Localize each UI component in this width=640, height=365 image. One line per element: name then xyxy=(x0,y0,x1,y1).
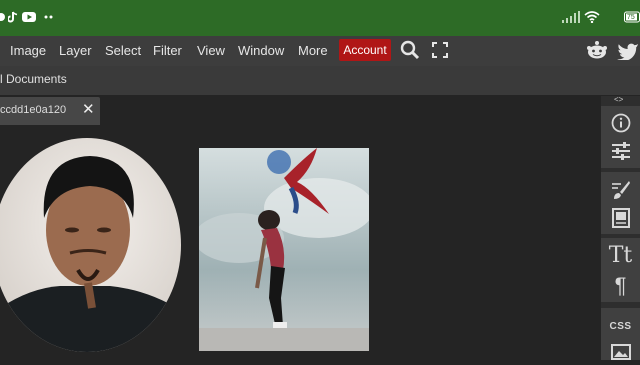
close-icon[interactable]: ✕ xyxy=(82,102,95,118)
notification-app-icon xyxy=(0,11,8,26)
brush-icon[interactable] xyxy=(601,180,640,205)
menu-bar: Image Layer Select Filter View Window Mo… xyxy=(0,36,640,66)
documents-bar: l Documents xyxy=(0,66,640,95)
search-icon[interactable] xyxy=(400,40,420,65)
document-tab[interactable]: ccdd1e0a120 ✕ xyxy=(0,97,100,125)
menu-select[interactable]: Select xyxy=(105,43,141,59)
panel-group-brush xyxy=(601,172,640,234)
wifi-icon xyxy=(584,11,600,26)
battery-label: 75 xyxy=(627,14,635,21)
twitter-icon[interactable] xyxy=(617,42,639,65)
portrait-image xyxy=(0,138,185,358)
right-panel: <> Tt ¶ CSS xyxy=(601,95,640,360)
panel-group-info xyxy=(601,106,640,168)
image-icon[interactable] xyxy=(601,344,640,365)
menu-image[interactable]: Image xyxy=(10,43,46,59)
adjustments-icon[interactable] xyxy=(601,142,640,165)
status-bar: 75 xyxy=(0,0,640,36)
battery-icon: 75 xyxy=(624,11,640,26)
panel-collapse-toggle[interactable]: <> xyxy=(614,95,623,104)
menu-layer[interactable]: Layer xyxy=(59,43,92,59)
info-icon[interactable] xyxy=(601,113,640,138)
menu-filter[interactable]: Filter xyxy=(153,43,182,59)
menu-window[interactable]: Window xyxy=(238,43,284,59)
youtube-icon xyxy=(22,11,36,26)
tiktok-icon xyxy=(7,11,18,26)
menu-more[interactable]: More xyxy=(298,43,328,59)
document-tab-name[interactable]: ccdd1e0a120 xyxy=(0,104,70,116)
artwork-image xyxy=(194,148,374,356)
paragraph-icon[interactable]: ¶ xyxy=(601,274,640,298)
menu-view[interactable]: View xyxy=(197,43,225,59)
swatch-icon[interactable] xyxy=(601,208,640,233)
documents-link[interactable]: l Documents xyxy=(0,72,67,86)
text-icon[interactable]: Tt xyxy=(601,244,640,268)
more-notifications-icon xyxy=(44,11,54,26)
signal-icon xyxy=(562,11,580,26)
panel-group-text: Tt ¶ xyxy=(601,238,640,302)
account-button[interactable]: Account xyxy=(339,39,391,61)
panel-group-css: CSS xyxy=(601,308,640,360)
fullscreen-icon[interactable] xyxy=(432,42,448,63)
reddit-icon[interactable] xyxy=(586,40,608,65)
css-icon[interactable]: CSS xyxy=(601,321,640,332)
